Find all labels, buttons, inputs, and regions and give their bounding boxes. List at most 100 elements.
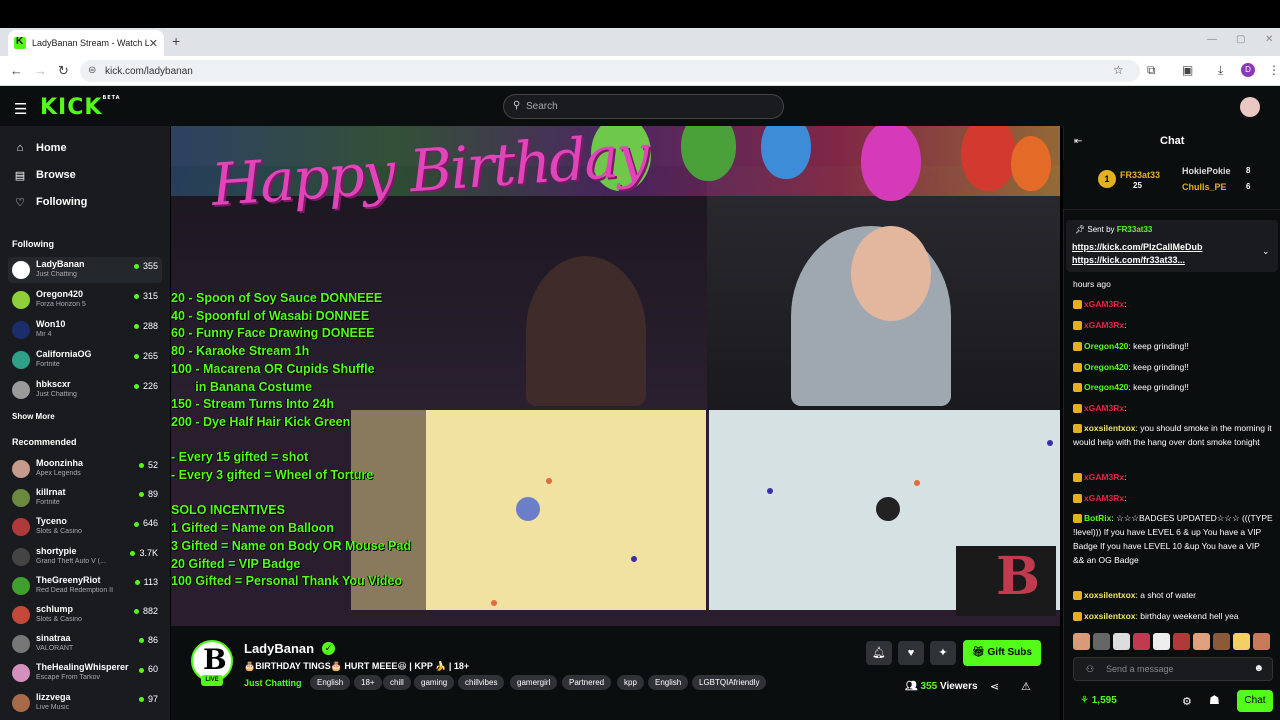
channel-category: Slots & Casino — [36, 528, 82, 536]
chat-message-input[interactable]: ⚇ Send a message ☻ — [1073, 657, 1273, 681]
channel-category: Slots & Casino — [36, 616, 82, 623]
chat-username[interactable]: xoxsilentxox — [1084, 611, 1136, 621]
chat-username[interactable]: xGAM3Rx — [1084, 472, 1124, 482]
stream-tag[interactable]: gaming — [414, 675, 455, 690]
chat-username[interactable]: BotRix — [1084, 513, 1111, 523]
emote[interactable] — [1133, 633, 1150, 650]
sidebar-channel[interactable]: sinatraa VALORANT 86 — [8, 631, 162, 657]
nav-browse[interactable]: ▤ Browse — [12, 165, 76, 185]
chevron-down-icon[interactable]: ⌄ — [1262, 246, 1270, 257]
stream-category[interactable]: Just Chatting — [244, 678, 302, 688]
stream-tag[interactable]: chillvibes — [458, 675, 505, 690]
chat-message: hours ago — [1073, 277, 1273, 291]
maximize-icon[interactable]: ▢ — [1236, 34, 1245, 45]
channel-avatar — [12, 261, 30, 279]
stream-tag[interactable]: 18+ — [354, 675, 382, 690]
emote[interactable] — [1093, 633, 1110, 650]
stream-tag[interactable]: English — [648, 675, 689, 690]
emoji-icon[interactable]: ☻ — [1253, 658, 1264, 680]
emote[interactable] — [1213, 633, 1230, 650]
chat-username[interactable]: xGAM3Rx — [1084, 320, 1124, 330]
gear-icon[interactable]: ⚙ — [1182, 695, 1192, 708]
emote[interactable] — [1193, 633, 1210, 650]
chat-username[interactable]: xoxsilentxox — [1084, 590, 1136, 600]
stream-tag[interactable]: LGBTQIAfriendly — [692, 675, 767, 690]
chat-username[interactable]: xGAM3Rx — [1084, 299, 1124, 309]
stream-tag[interactable]: gamergirl — [510, 675, 558, 690]
sidebar-channel[interactable]: killrnat Fortnite 89 — [8, 485, 162, 511]
stream-tag[interactable]: English — [310, 675, 351, 690]
sidebar-channel[interactable]: Won10 Mir 4 288 — [8, 317, 162, 343]
incentives-overlay-text: 20 - Spoon of Soy Sauce DONNEEE 40 - Spo… — [171, 291, 411, 589]
url-input[interactable]: ⊜ kick.com/ladybanan — [80, 60, 1140, 82]
minimize-icon[interactable]: — — [1207, 34, 1217, 45]
nav-following[interactable]: ♡ Following — [12, 192, 87, 212]
stream-tag[interactable]: chill — [383, 675, 411, 690]
sidebar-channel[interactable]: hbkscxr Just Chatting 226 — [8, 377, 162, 403]
extensions-icon[interactable]: ⧉ — [1147, 63, 1156, 78]
gifter-name[interactable]: HokiePokie — [1182, 166, 1231, 176]
new-tab-icon[interactable]: + — [172, 33, 180, 49]
forward-icon[interactable]: → — [34, 63, 47, 78]
viewer-count: 60 — [139, 664, 158, 674]
sidebar-channel[interactable]: TheHealingWhisperer Escape From Tarkov 60 — [8, 660, 162, 686]
sparkle-icon[interactable]: ✦ — [930, 641, 956, 665]
reload-icon[interactable]: ↻ — [58, 63, 69, 79]
browser-tab[interactable]: LadyBanan Stream - Watch Live ✕ — [8, 30, 164, 56]
sidebar-channel[interactable]: Moonzinha Apex Legends 52 — [8, 456, 162, 482]
user-avatar[interactable] — [1240, 97, 1260, 117]
profile-avatar[interactable]: D — [1241, 63, 1255, 77]
gifter-name[interactable]: Chulls_PE — [1182, 182, 1227, 192]
site-info-icon[interactable]: ⊜ — [88, 65, 96, 76]
stream-tag[interactable]: kpp — [617, 675, 644, 690]
sidebar-channel[interactable]: Tyceno Slots & Casino 646 — [8, 514, 162, 540]
channel-name[interactable]: LadyBanan — [244, 641, 314, 656]
chat-username[interactable]: Oregon420 — [1084, 362, 1128, 372]
search-input[interactable]: ⚲ Search — [503, 94, 784, 119]
sidepanel-icon[interactable]: ▣ — [1182, 63, 1193, 77]
gift-subs-button[interactable]: 🎁︎ Gift Subs — [963, 640, 1041, 666]
emote[interactable] — [1113, 633, 1130, 650]
emote[interactable] — [1173, 633, 1190, 650]
sidebar-channel[interactable]: shortypie Grand Theft Auto V (... 3.7K — [8, 544, 162, 570]
hamburger-menu-icon[interactable]: ☰ — [14, 100, 27, 118]
follow-heart-icon[interactable]: ♥ — [898, 641, 924, 665]
streamer-right-head — [851, 226, 931, 321]
video-player[interactable]: Happy Birthday 20 - Spoon of Soy Sauce D… — [171, 126, 1060, 626]
emote[interactable] — [1153, 633, 1170, 650]
emote[interactable] — [1073, 633, 1090, 650]
back-icon[interactable]: ← — [10, 63, 23, 78]
download-icon[interactable]: ⤓ — [1218, 63, 1223, 78]
sidebar-channel[interactable]: Oregon420 Forza Horizon 5 315 — [8, 287, 162, 313]
nav-home[interactable]: ⌂ Home — [12, 138, 67, 158]
emote[interactable] — [1253, 633, 1270, 650]
kick-mascot-icon[interactable]: ☗ — [1209, 693, 1220, 707]
show-more-button[interactable]: Show More — [12, 412, 55, 421]
channel-points[interactable]: ⚘ 1,595 — [1080, 695, 1117, 706]
close-window-icon[interactable]: ✕ — [1265, 34, 1273, 45]
sidebar-channel[interactable]: schlump Slots & Casino 882 — [8, 602, 162, 628]
sidebar-channel[interactable]: LadyBanan Just Chatting 355 — [8, 257, 162, 283]
sidebar-channel[interactable]: lizzvega Live Music 97 — [8, 690, 162, 716]
chat-username[interactable]: xGAM3Rx — [1084, 403, 1124, 413]
chat-username[interactable]: Oregon420 — [1084, 382, 1128, 392]
send-chat-button[interactable]: Chat — [1237, 690, 1273, 712]
pinned-link[interactable]: https://kick.com/fr33at33... — [1072, 255, 1185, 265]
sidebar-channel[interactable]: TheGreenyRiot Red Dead Redemption II 113 — [8, 573, 162, 599]
chat-username[interactable]: xGAM3Rx — [1084, 493, 1124, 503]
report-icon[interactable]: ⚠ — [1021, 680, 1031, 693]
close-tab-icon[interactable]: ✕ — [149, 37, 158, 50]
menu-dots-icon[interactable]: ⋮ — [1268, 63, 1280, 77]
pinned-link[interactable]: https://kick.com/PlzCallMeDub — [1072, 242, 1203, 252]
bookmark-star-icon[interactable]: ☆ — [1113, 63, 1124, 77]
kick-logo[interactable]: KICKBETA — [40, 95, 121, 120]
collapse-chat-icon[interactable]: ⇤ — [1074, 136, 1082, 147]
gifter-name[interactable]: FR33at33 — [1120, 170, 1160, 180]
chat-username[interactable]: xoxsilentxox — [1084, 423, 1136, 433]
share-icon[interactable]: ⋖ — [990, 680, 999, 693]
notification-bell-icon[interactable]: 🔔︎ — [866, 641, 892, 665]
chat-username[interactable]: Oregon420 — [1084, 341, 1128, 351]
stream-tag[interactable]: Partnered — [562, 675, 612, 690]
emote[interactable] — [1233, 633, 1250, 650]
sidebar-channel[interactable]: CaliforniaOG Fortnite 265 — [8, 347, 162, 373]
